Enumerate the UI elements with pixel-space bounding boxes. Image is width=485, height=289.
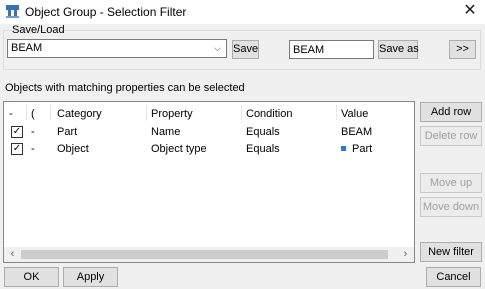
description-text: Objects with matching properties can be …	[5, 82, 245, 94]
move-up-button[interactable]: Move up	[420, 173, 482, 193]
row-value: Part	[352, 143, 373, 155]
add-row-button[interactable]: Add row	[420, 102, 482, 122]
ok-button[interactable]: OK	[4, 267, 59, 287]
new-filter-button[interactable]: New filter	[420, 242, 482, 262]
column-header-property[interactable]: Property	[151, 108, 193, 120]
filter-name-field[interactable]	[289, 40, 374, 59]
row-category[interactable]: Part	[57, 126, 77, 138]
filter-select[interactable]: BEAM ⌵	[7, 39, 227, 58]
row-value-cell[interactable]: Part	[341, 143, 372, 155]
save-as-button[interactable]: Save as	[378, 40, 419, 59]
column-header-value[interactable]: Value	[341, 108, 368, 120]
window-title: Object Group - Selection Filter	[25, 5, 187, 19]
blue-square-icon	[341, 146, 346, 151]
row-property[interactable]: Object type	[151, 143, 207, 155]
close-icon[interactable]: ✕	[459, 1, 481, 21]
filter-select-value: BEAM	[11, 42, 43, 54]
row-condition[interactable]: Equals	[246, 143, 280, 155]
column-header-dash[interactable]: -	[9, 108, 13, 120]
move-down-button[interactable]: Move down	[420, 197, 482, 217]
chevron-down-icon[interactable]: ⌵	[210, 41, 225, 56]
row-checkbox[interactable]: ✓	[11, 126, 23, 138]
app-icon	[6, 5, 19, 18]
row-dash: -	[31, 143, 35, 155]
row-property[interactable]: Name	[151, 126, 180, 138]
column-header-paren[interactable]: (	[31, 108, 35, 120]
save-load-label: Save/Load	[12, 24, 65, 36]
horizontal-scrollbar[interactable]: ‹ ›	[4, 247, 414, 262]
filter-grid[interactable]: - ( Category Property Condition Value ✓ …	[3, 101, 415, 263]
cancel-button[interactable]: Cancel	[426, 267, 481, 287]
scroll-left-icon[interactable]: ‹	[4, 247, 21, 262]
filter-name-input[interactable]	[290, 41, 373, 58]
column-header-category[interactable]: Category	[57, 108, 102, 120]
scrollbar-thumb[interactable]	[21, 250, 388, 259]
delete-row-button[interactable]: Delete row	[420, 126, 482, 146]
more-button[interactable]: >>	[449, 40, 476, 59]
row-dash: -	[31, 126, 35, 138]
scroll-right-icon[interactable]: ›	[397, 247, 414, 262]
row-checkbox[interactable]: ✓	[11, 143, 23, 155]
apply-button[interactable]: Apply	[63, 267, 118, 287]
save-button[interactable]: Save	[232, 40, 259, 59]
row-value[interactable]: BEAM	[341, 126, 372, 138]
row-condition[interactable]: Equals	[246, 126, 280, 138]
row-category[interactable]: Object	[57, 143, 89, 155]
column-header-condition[interactable]: Condition	[246, 108, 292, 120]
